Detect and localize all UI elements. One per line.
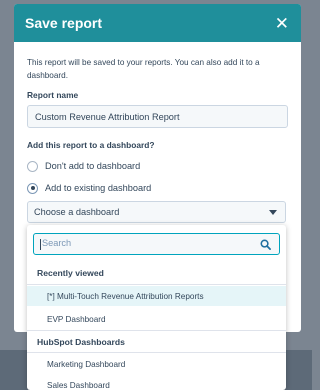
report-name-input[interactable]: Custom Revenue Attribution Report: [27, 105, 288, 128]
modal-body: This report will be saved to your report…: [14, 42, 301, 195]
close-icon[interactable]: ✕: [275, 15, 289, 32]
dropdown-option[interactable]: [*] Multi-Touch Revenue Attribution Repo…: [27, 286, 286, 306]
radio-label: Don't add to dashboard: [45, 161, 141, 171]
search-placeholder-text: Search: [42, 238, 72, 249]
modal-description: This report will be saved to your report…: [27, 58, 260, 80]
radio-dont-add[interactable]: Don't add to dashboard: [27, 159, 288, 173]
dashboard-select-value: Choose a dashboard: [34, 207, 120, 217]
chevron-down-icon[interactable]: [269, 209, 277, 215]
search-icon[interactable]: [260, 239, 271, 250]
search-placeholder: Search: [40, 238, 72, 250]
section-header-hubspot-dashboards: HubSpot Dashboards: [37, 337, 125, 347]
search-input[interactable]: Search: [33, 233, 280, 255]
divider: [27, 352, 286, 353]
dropdown-option[interactable]: Sales Dashboard: [27, 375, 286, 390]
divider: [27, 330, 286, 331]
dashboard-dropdown: Search Recently viewed [*] Multi-Touch R…: [27, 225, 286, 390]
section-header-recently-viewed: Recently viewed: [37, 268, 104, 278]
radio-label: Add to existing dashboard: [45, 183, 152, 193]
dashboard-select[interactable]: Choose a dashboard: [27, 201, 286, 223]
report-name-label: Report name: [27, 90, 79, 100]
modal-header: Save report ✕: [14, 4, 301, 42]
radio-button[interactable]: [27, 160, 38, 172]
modal-title: Save report: [25, 15, 103, 31]
text-cursor: [40, 238, 41, 250]
dropdown-option[interactable]: EVP Dashboard: [27, 309, 286, 329]
radio-add-existing[interactable]: Add to existing dashboard: [27, 181, 288, 195]
dropdown-option[interactable]: Marketing Dashboard: [27, 354, 286, 374]
divider: [27, 284, 286, 285]
add-to-dashboard-label: Add this report to a dashboard?: [27, 140, 155, 150]
radio-button-selected[interactable]: [27, 182, 38, 194]
